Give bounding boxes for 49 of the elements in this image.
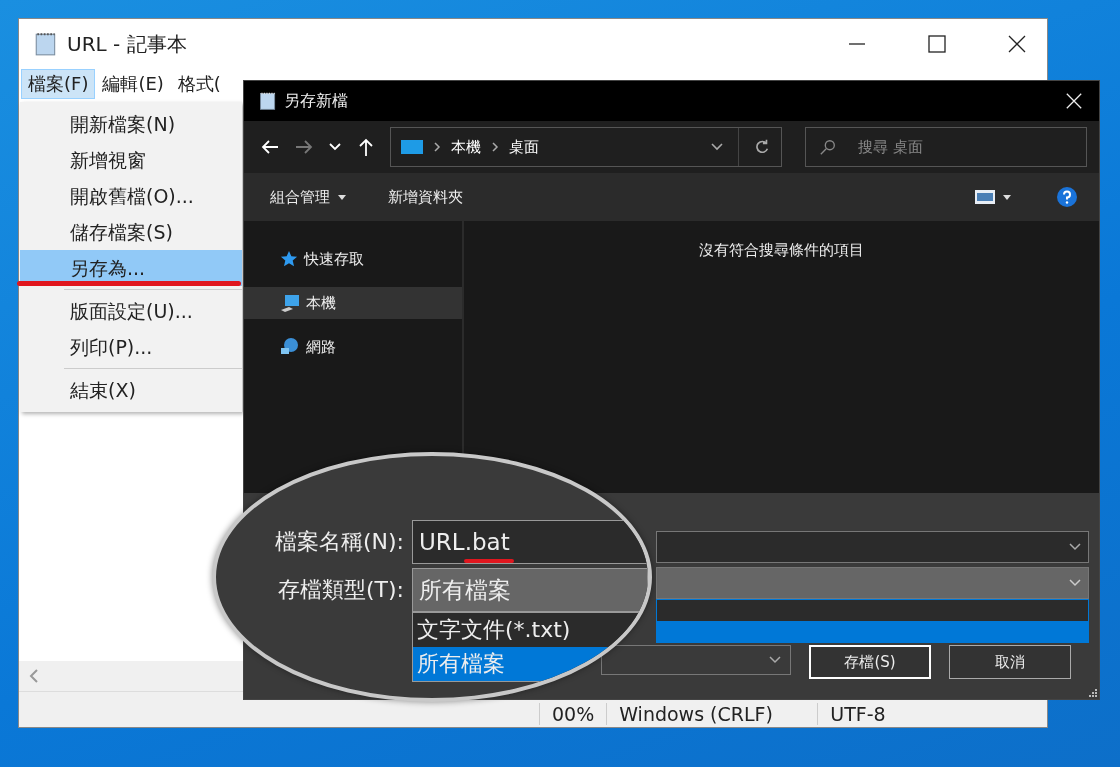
caret-icon[interactable] [1003, 194, 1011, 200]
maximize-icon[interactable] [927, 34, 947, 54]
cancel-button[interactable]: 取消 [949, 645, 1071, 679]
menu-item[interactable]: 儲存檔案(S) [20, 214, 242, 250]
menu-item[interactable]: 開啟舊檔(O)... [20, 178, 242, 214]
status-bar-cell: UTF-8 [817, 703, 1023, 725]
monitor-icon [401, 139, 423, 155]
view-icon[interactable] [975, 190, 995, 204]
filename-field[interactable] [656, 531, 1089, 563]
help-icon[interactable] [1057, 187, 1077, 207]
chevron-right-icon [491, 141, 499, 153]
organize-menu[interactable]: 組合管理 [270, 187, 330, 207]
address-bar[interactable]: 本機 桌面 [390, 127, 782, 167]
new-folder-button[interactable]: 新增資料夾 [388, 187, 463, 207]
chevron-right-icon [433, 141, 441, 153]
menu-item[interactable]: 列印(P)... [20, 329, 242, 365]
nav-item[interactable]: 網路 [244, 331, 462, 363]
caret-icon[interactable] [338, 194, 346, 200]
menu-item[interactable]: 新增視窗 [20, 142, 242, 178]
computer-icon [280, 293, 300, 313]
empty-message: 沒有符合搜尋條件的項目 [699, 241, 864, 259]
breadcrumb-item[interactable]: 本機 [451, 137, 481, 157]
menu-item[interactable]: 編輯(E) [95, 69, 171, 99]
menu-item[interactable]: 檔案(F) [21, 69, 96, 99]
resize-grip-icon[interactable] [1087, 687, 1097, 697]
close-icon[interactable] [1007, 34, 1027, 54]
dialog-title: 另存新檔 [284, 90, 348, 112]
globe-icon [280, 337, 300, 357]
status-bar-cell: Windows (CRLF) [606, 703, 818, 725]
status-bar-cell: 00% [539, 703, 607, 725]
notepad-icon [258, 91, 278, 111]
highlight-underline [463, 559, 514, 563]
window-title: URL - 記事本 [67, 30, 187, 58]
file-type-dropdown[interactable]: 所有檔案 [412, 568, 648, 612]
field-label: 存檔類型(T): [276, 576, 404, 604]
save-button[interactable]: 存檔(S) [809, 645, 931, 679]
menu-item[interactable]: 開新檔案(N) [20, 106, 242, 142]
field-label: 檔案名稱(N): [273, 528, 404, 556]
nav-item[interactable]: 快速存取 [244, 243, 462, 275]
star-icon [280, 250, 298, 268]
search-field[interactable]: 搜尋 桌面 [805, 127, 1087, 167]
filename-field[interactable]: URL.bat [412, 520, 648, 564]
search-icon [819, 138, 837, 156]
breadcrumb-item[interactable]: 桌面 [509, 137, 539, 157]
menu-item[interactable]: 版面設定(U)... [20, 293, 242, 329]
refresh-icon[interactable] [753, 138, 771, 156]
menu-item[interactable]: 結束(X) [20, 372, 242, 408]
menu-item[interactable]: 格式( [170, 69, 228, 99]
nav-item[interactable]: 本機 [244, 287, 462, 319]
